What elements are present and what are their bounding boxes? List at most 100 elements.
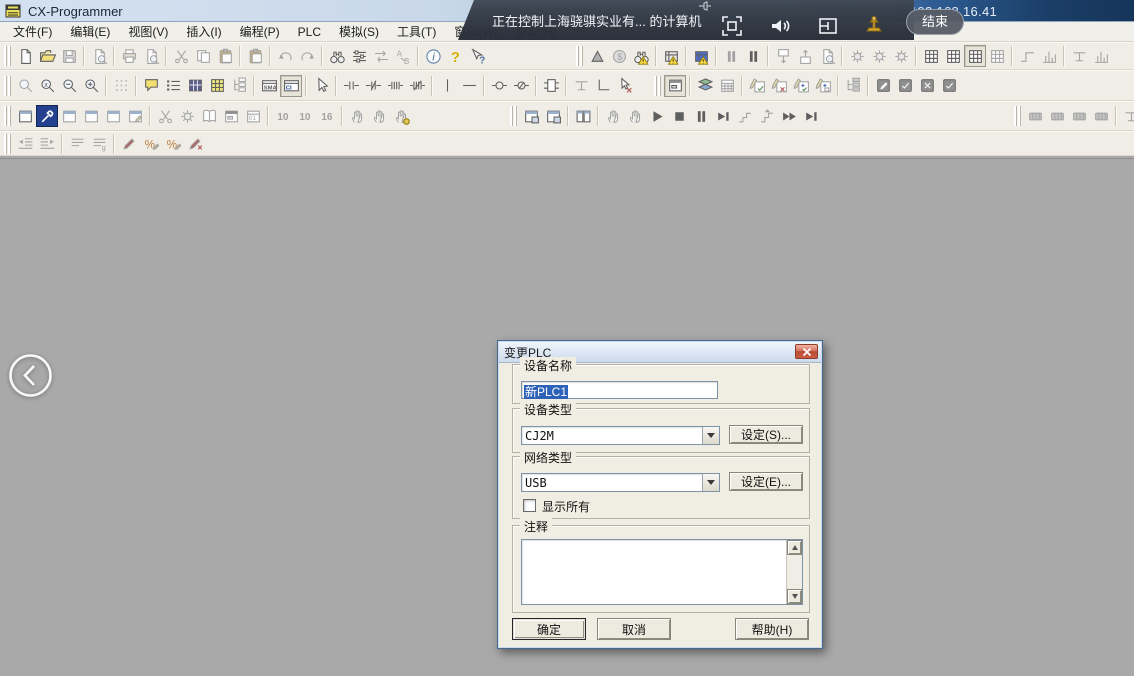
select-mode-button[interactable]: [310, 75, 332, 97]
cycle-time-button[interactable]: [1090, 45, 1112, 67]
toolbar-grip[interactable]: [4, 106, 11, 126]
zoom-in-button[interactable]: [80, 75, 102, 97]
align-group-button[interactable]: g: [88, 133, 110, 155]
force-reset-hand-button[interactable]: [368, 105, 390, 127]
pause-button[interactable]: [742, 45, 764, 67]
toolbar-grip[interactable]: [4, 76, 11, 96]
marker-pen-button[interactable]: [118, 133, 140, 155]
properties-button[interactable]: [124, 105, 146, 127]
sim-stop-button[interactable]: [668, 105, 690, 127]
stacked-view-button[interactable]: [694, 75, 716, 97]
hex-view-button[interactable]: 16: [316, 105, 338, 127]
binary-monitor-button[interactable]: 01: [242, 105, 264, 127]
show-all-checkbox[interactable]: [523, 499, 536, 512]
redo-button[interactable]: [296, 45, 318, 67]
replace-button[interactable]: [370, 45, 392, 67]
arrange-windows-button[interactable]: [572, 105, 594, 127]
new-or-contact-button[interactable]: [384, 75, 406, 97]
network-type-select[interactable]: USB: [521, 473, 720, 492]
cross-reference-button[interactable]: [58, 105, 80, 127]
force-set-hand-button[interactable]: [346, 105, 368, 127]
show-comments-button[interactable]: [140, 75, 162, 97]
zoom-tool-button[interactable]: [14, 75, 36, 97]
toolbar-grip[interactable]: [4, 46, 11, 66]
l-connection-button[interactable]: [592, 75, 614, 97]
device-name-input[interactable]: 新PLC1: [521, 381, 718, 399]
compile-program-button[interactable]: [88, 45, 110, 67]
context-help-button[interactable]: ?: [466, 45, 488, 67]
io-table-button[interactable]: [176, 105, 198, 127]
menu-item-edit[interactable]: 编辑(E): [61, 22, 119, 41]
help-button[interactable]: 帮助(H): [735, 618, 809, 640]
new-instruction-button[interactable]: [540, 75, 562, 97]
watch-window-1-button[interactable]: [920, 45, 942, 67]
network-type-settings-button[interactable]: 设定(E)...: [729, 472, 803, 491]
new-project-button[interactable]: [14, 45, 36, 67]
watch-sheet-2-button[interactable]: [986, 45, 1008, 67]
set-value-hand-button[interactable]: [390, 105, 412, 127]
paste-special-button[interactable]: [244, 45, 266, 67]
menu-item-tools[interactable]: 工具(T): [388, 22, 445, 41]
sim-pause-hand-button[interactable]: [602, 105, 624, 127]
sim-pause-button[interactable]: [690, 105, 712, 127]
toolbar-grip[interactable]: [654, 76, 661, 96]
memory-area-2-button[interactable]: [1046, 105, 1068, 127]
t-branch-button[interactable]: [570, 75, 592, 97]
force-on-button[interactable]: [846, 45, 868, 67]
print-preview-button[interactable]: [140, 45, 162, 67]
edit-accept-button[interactable]: [746, 75, 768, 97]
new-coil-button[interactable]: [488, 75, 510, 97]
watch-sheet-button[interactable]: [964, 45, 986, 67]
new-horizontal-line-button[interactable]: [458, 75, 480, 97]
network-type-dropdown-button[interactable]: [702, 474, 719, 491]
new-closed-or-contact-button[interactable]: [406, 75, 428, 97]
fullscreen-button[interactable]: [720, 14, 744, 38]
new-closed-coil-button[interactable]: [510, 75, 532, 97]
show-grid-button[interactable]: [110, 75, 132, 97]
data-trace-button[interactable]: [1068, 45, 1090, 67]
block-edit-button[interactable]: [872, 75, 894, 97]
new-vertical-line-button[interactable]: [436, 75, 458, 97]
new-contact-button[interactable]: [340, 75, 362, 97]
ladder-rung-monitor-button[interactable]: [664, 75, 686, 97]
end-session-button[interactable]: 结束: [906, 9, 964, 35]
watch-window-2-button[interactable]: [942, 45, 964, 67]
dialog-close-button[interactable]: [795, 344, 818, 359]
open-project-button[interactable]: [36, 45, 58, 67]
save-project-button[interactable]: [58, 45, 80, 67]
print-button[interactable]: [118, 45, 140, 67]
zoom-to-fit-button[interactable]: x: [36, 75, 58, 97]
toggle-project-window-button[interactable]: [14, 105, 36, 127]
edit-add-accept-button[interactable]: [790, 75, 812, 97]
view-sma-table-button[interactable]: SMA: [258, 75, 280, 97]
online-mode-button[interactable]: $: [608, 45, 630, 67]
menu-item-view[interactable]: 视图(V): [119, 22, 177, 41]
toolbar-grip[interactable]: [1014, 106, 1021, 126]
delete-connection-button[interactable]: [614, 75, 636, 97]
edit-add-item-button[interactable]: [812, 75, 834, 97]
memory-area-4-button[interactable]: [1090, 105, 1112, 127]
privilege-button[interactable]: [862, 14, 886, 38]
transfer-from-plc-button[interactable]: [794, 45, 816, 67]
cancel-button[interactable]: 取消: [597, 618, 671, 640]
block-accept-button[interactable]: [894, 75, 916, 97]
scan-run-button[interactable]: [800, 105, 822, 127]
sidebar-toggle-button[interactable]: [7, 352, 54, 399]
comment-scrollbar[interactable]: [786, 540, 802, 604]
device-verify-warning-button[interactable]: [660, 45, 682, 67]
zoom-out-button[interactable]: [58, 75, 80, 97]
comment-textarea[interactable]: [521, 539, 803, 605]
ok-button[interactable]: 确定: [512, 618, 586, 640]
device-online-warning-button[interactable]: [690, 45, 712, 67]
percent-marker-1-button[interactable]: %: [140, 133, 162, 155]
symbol-tree-button[interactable]: [842, 75, 864, 97]
force-off-button[interactable]: [868, 45, 890, 67]
step-in-button[interactable]: [756, 105, 778, 127]
block-reject-button[interactable]: [916, 75, 938, 97]
memory-view-button[interactable]: [198, 105, 220, 127]
force-cancel-button[interactable]: [890, 45, 912, 67]
signed-decimal-view-button[interactable]: 10: [294, 105, 316, 127]
block-confirm-button[interactable]: [938, 75, 960, 97]
build-button[interactable]: [36, 105, 58, 127]
step-run-button[interactable]: [734, 105, 756, 127]
